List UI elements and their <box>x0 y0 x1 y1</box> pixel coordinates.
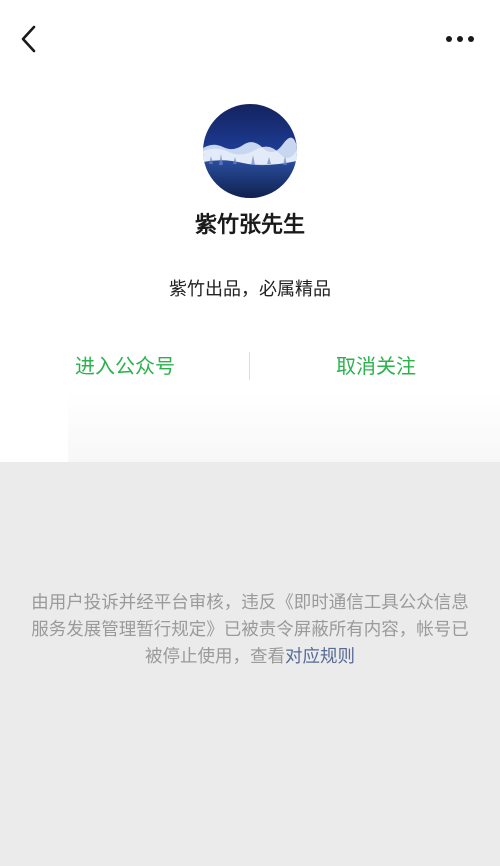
ban-notice-text: 由用户投诉并经平台审核，违反《即时通信工具公众信息服务发展管理暂行规定》已被责令… <box>31 593 469 667</box>
avatar <box>203 104 297 198</box>
profile-card: 紫竹张先生 紫竹出品，必属精品 进入公众号 取消关注 <box>0 0 500 462</box>
enter-account-button[interactable]: 进入公众号 <box>25 344 225 388</box>
action-divider <box>249 352 250 380</box>
ban-notice: 由用户投诉并经平台审核，违反《即时通信工具公众信息服务发展管理暂行规定》已被责令… <box>30 590 470 671</box>
more-horizontal-icon <box>446 36 474 42</box>
unfollow-button[interactable]: 取消关注 <box>276 344 476 388</box>
rules-link[interactable]: 对应规则 <box>285 647 355 667</box>
action-bar: 进入公众号 取消关注 <box>0 344 500 388</box>
back-button[interactable] <box>12 22 46 56</box>
chevron-left-icon <box>21 25 36 53</box>
nav-bar <box>0 0 500 78</box>
decorative-fade <box>68 392 500 462</box>
account-name: 紫竹张先生 <box>194 213 305 238</box>
account-description: 紫竹出品，必属精品 <box>169 279 331 300</box>
more-button[interactable] <box>440 26 480 52</box>
